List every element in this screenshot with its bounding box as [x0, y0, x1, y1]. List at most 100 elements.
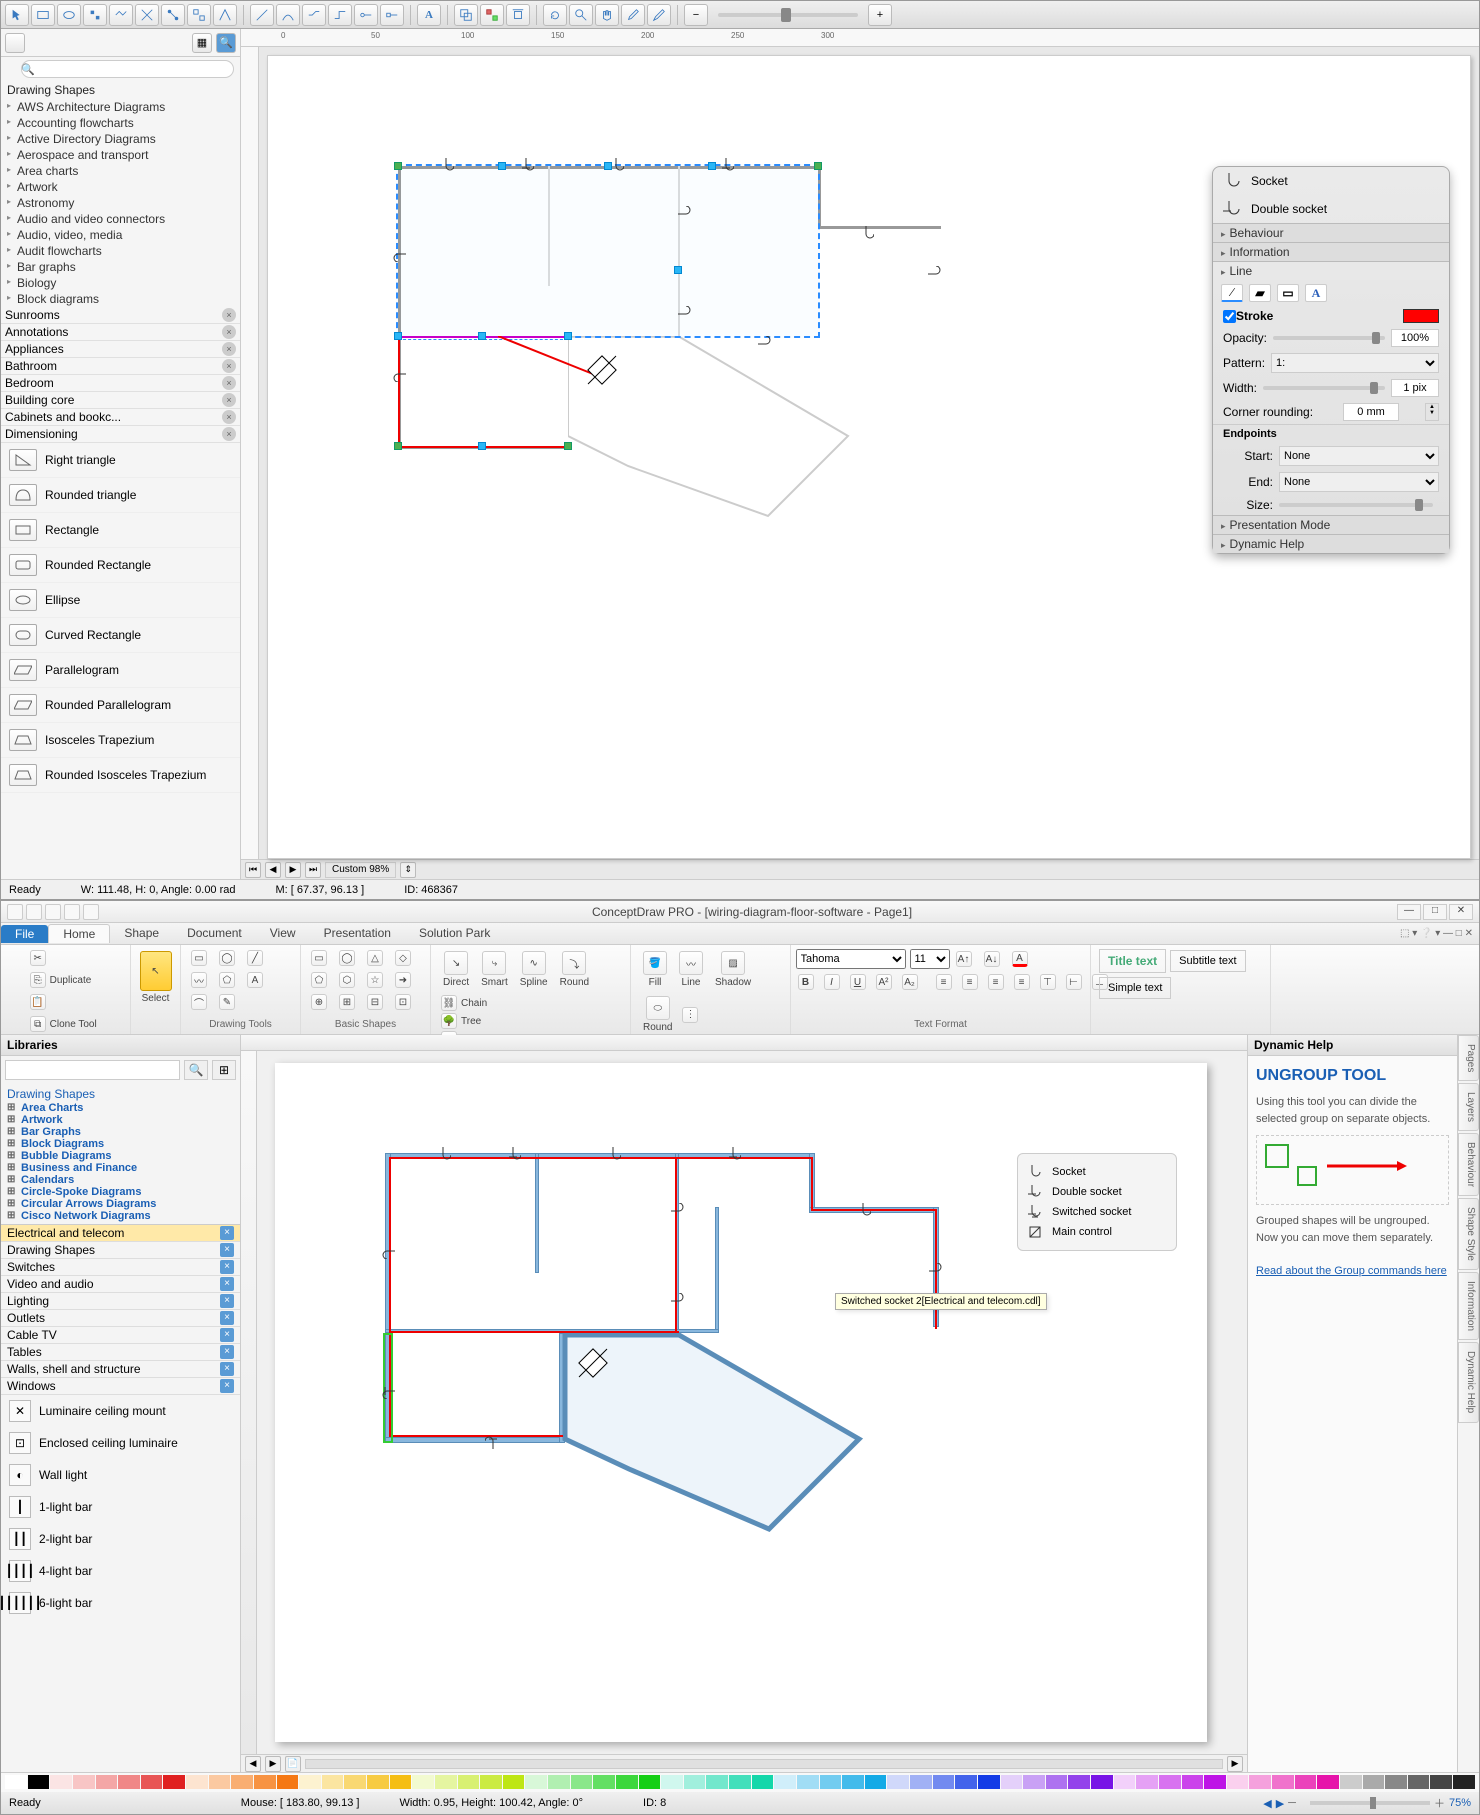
tree-item[interactable]: Block diagrams	[7, 291, 234, 307]
tree-item[interactable]: Astronomy	[7, 195, 234, 211]
tree-item[interactable]: Audit flowcharts	[7, 243, 234, 259]
shape-row[interactable]: Right triangle	[1, 443, 240, 478]
copy-button[interactable]: 📋	[28, 993, 52, 1011]
zoom-in[interactable]: +	[868, 4, 892, 26]
qat-4[interactable]	[64, 904, 80, 920]
page-next[interactable]: ▶	[285, 862, 301, 878]
draw-line[interactable]: ╱	[245, 949, 269, 967]
color-swatch[interactable]	[1363, 1775, 1385, 1789]
color-swatch[interactable]	[1385, 1775, 1407, 1789]
color-swatch[interactable]	[322, 1775, 344, 1789]
side-tab[interactable]: Behaviour	[1458, 1133, 1479, 1196]
prop-presentation[interactable]: Presentation Mode	[1213, 515, 1449, 534]
color-swatch[interactable]	[1272, 1775, 1294, 1789]
nav-prev[interactable]: ◀	[1263, 1797, 1271, 1810]
refresh-tool[interactable]	[543, 4, 567, 26]
canvas-top[interactable]: Socket Double socket Behaviour Informati…	[267, 55, 1471, 859]
menu-tab[interactable]: Presentation	[310, 924, 405, 943]
tab-shadow[interactable]: ▭	[1277, 284, 1299, 302]
font-grow[interactable]: A↑	[954, 950, 978, 968]
canvas-bot[interactable]: Socket Double socket Switched socket Mai…	[275, 1063, 1207, 1742]
shadow-button[interactable]: ▨Shadow	[711, 949, 755, 990]
menu-tab[interactable]: Home	[48, 924, 110, 943]
color-swatch[interactable]	[480, 1775, 502, 1789]
page-next-bot[interactable]: ▶	[265, 1756, 281, 1772]
tool-5[interactable]	[109, 4, 133, 26]
draw-rect[interactable]: ▭	[189, 949, 213, 967]
tab-fill[interactable]: ▰	[1249, 284, 1271, 302]
color-swatch[interactable]	[1295, 1775, 1317, 1789]
tree-item[interactable]: AWS Architecture Diagrams	[7, 99, 234, 115]
tree-item[interactable]: Accounting flowcharts	[7, 115, 234, 131]
opacity-val[interactable]: 100%	[1391, 329, 1439, 347]
tree-item[interactable]: Audio and video connectors	[7, 211, 234, 227]
style-more[interactable]: ⋮	[680, 1006, 704, 1024]
tree-item[interactable]: Audio, video, media	[7, 227, 234, 243]
tree-item[interactable]: Artwork	[7, 1114, 234, 1126]
h-scrollbar[interactable]	[305, 1759, 1223, 1769]
line-tool[interactable]	[250, 4, 274, 26]
bs-3[interactable]: △	[365, 949, 389, 967]
tool-8[interactable]	[187, 4, 211, 26]
qat-2[interactable]	[26, 904, 42, 920]
draw-arc[interactable]: ⌒	[189, 993, 213, 1011]
color-swatch[interactable]	[390, 1775, 412, 1789]
shape-row[interactable]: ┃1-light bar	[1, 1491, 240, 1523]
color-swatch[interactable]	[616, 1775, 638, 1789]
size-slider[interactable]	[1279, 503, 1433, 507]
pointer-tool[interactable]	[5, 4, 29, 26]
color-swatch[interactable]	[412, 1775, 434, 1789]
width-val[interactable]: 1 pix	[1391, 379, 1439, 397]
zoom-slider[interactable]	[718, 13, 858, 17]
tree-item[interactable]: Aerospace and transport	[7, 147, 234, 163]
shape-row[interactable]: Rounded Rectangle	[1, 548, 240, 583]
tree-item[interactable]: Business and Finance	[7, 1162, 234, 1174]
color-swatch[interactable]	[752, 1775, 774, 1789]
color-swatch[interactable]	[548, 1775, 570, 1789]
draw-curve[interactable]: 〰	[189, 971, 213, 989]
page-last[interactable]: ⏭	[305, 862, 321, 878]
side-search-icon[interactable]: 🔍	[216, 33, 236, 53]
search-input[interactable]	[21, 60, 234, 78]
prop-dynhelp[interactable]: Dynamic Help	[1213, 534, 1449, 553]
super[interactable]: A²	[874, 973, 898, 991]
bs-5[interactable]: ⬠	[309, 971, 333, 989]
menu-tab[interactable]: View	[256, 924, 310, 943]
size-select[interactable]: 11	[910, 949, 950, 969]
color-swatch[interactable]	[141, 1775, 163, 1789]
conn-tool-4[interactable]	[380, 4, 404, 26]
lib-row[interactable]: Bathroom×	[1, 358, 240, 375]
color-swatch[interactable]	[50, 1775, 72, 1789]
line-button[interactable]: 〰Line	[675, 949, 707, 990]
bs-9[interactable]: ⊕	[309, 993, 333, 1011]
lib-row[interactable]: Bedroom×	[1, 375, 240, 392]
shape-row[interactable]: ┃┃2-light bar	[1, 1523, 240, 1555]
color-swatch[interactable]	[367, 1775, 389, 1789]
tree-item[interactable]: Area charts	[7, 163, 234, 179]
color-swatch[interactable]	[797, 1775, 819, 1789]
color-swatch[interactable]	[118, 1775, 140, 1789]
opacity-slider[interactable]	[1273, 336, 1385, 340]
color-swatch[interactable]	[1317, 1775, 1339, 1789]
shape-row[interactable]: ┃┃┃┃4-light bar	[1, 1555, 240, 1587]
color-swatch[interactable]	[163, 1775, 185, 1789]
tree-item[interactable]: Circular Arrows Diagrams	[7, 1198, 234, 1210]
corner-val[interactable]: 0 mm	[1343, 403, 1399, 421]
color-swatch[interactable]	[955, 1775, 977, 1789]
lib-row[interactable]: Cable TV×	[1, 1327, 240, 1344]
eyedrop-tool[interactable]	[621, 4, 645, 26]
lib-search-button[interactable]: 🔍	[184, 1060, 208, 1080]
color-swatch[interactable]	[458, 1775, 480, 1789]
color-swatch[interactable]	[571, 1775, 593, 1789]
stroke-check[interactable]	[1223, 310, 1236, 323]
subtitle-text[interactable]: Subtitle text	[1170, 950, 1245, 972]
page-add[interactable]: 📄	[285, 1756, 301, 1772]
end-select[interactable]: None	[1279, 472, 1439, 492]
zoom-tool[interactable]	[569, 4, 593, 26]
ungroup-tool[interactable]	[480, 4, 504, 26]
zoom-stepper[interactable]: ⇕	[400, 862, 416, 878]
align-right[interactable]: ≡	[986, 973, 1010, 991]
bs-1[interactable]: ▭	[309, 949, 333, 967]
bs-6[interactable]: ⬡	[337, 971, 361, 989]
font-select[interactable]: Tahoma	[796, 949, 906, 969]
